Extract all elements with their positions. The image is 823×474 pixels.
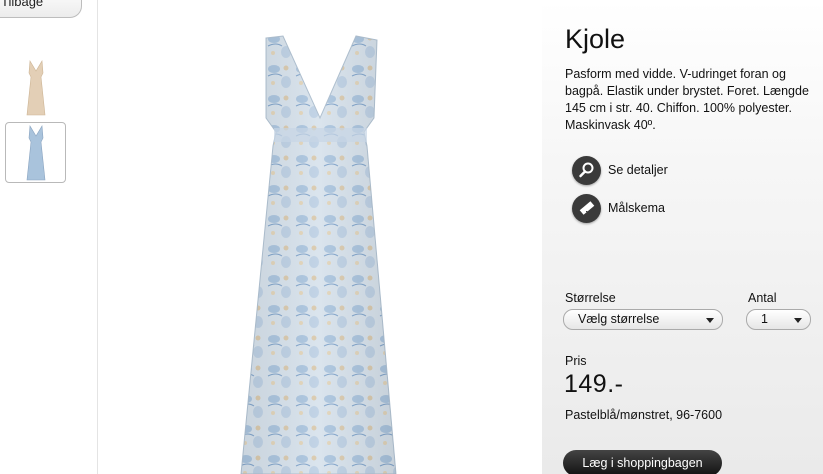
measuring-tape-icon	[572, 193, 601, 223]
product-main-image	[98, 0, 542, 474]
size-select[interactable]: Vælg størrelse	[563, 309, 723, 330]
see-details-label: Se detaljer	[608, 163, 668, 177]
price-value: 149.-	[564, 370, 624, 398]
size-label: Størrelse	[565, 291, 616, 305]
variant-info: Pastelblå/mønstret, 96-7600	[565, 408, 723, 422]
back-button[interactable]: Tilbage	[0, 0, 82, 18]
quantity-label: Antal	[748, 291, 777, 305]
quantity-select-value: 1	[761, 312, 768, 326]
thumbnail-blue-dress[interactable]	[5, 122, 66, 183]
chevron-down-icon	[706, 318, 714, 323]
add-to-bag-button[interactable]: Læg i shoppingbagen	[563, 450, 722, 474]
dress-thumbnail-image	[26, 124, 45, 180]
size-select-value: Vælg størrelse	[578, 312, 660, 326]
product-description: Pasform med vidde. V-udringet foran og b…	[565, 67, 809, 132]
dress-thumbnail-image	[26, 59, 45, 115]
product-info-panel: Kjole Pasform med vidde. V-udringet fora…	[542, 0, 823, 474]
thumbnail-column: Tilbage	[0, 0, 98, 474]
product-title: Kjole	[565, 24, 626, 54]
quantity-select[interactable]: 1	[746, 309, 811, 330]
size-chart-link[interactable]: Målskema	[572, 193, 665, 223]
price-label: Pris	[565, 354, 587, 368]
magnifier-icon	[572, 155, 601, 185]
see-details-link[interactable]: Se detaljer	[572, 155, 668, 185]
thumbnail-beige-dress[interactable]	[5, 57, 66, 118]
size-chart-label: Målskema	[608, 201, 665, 215]
dress-image	[240, 35, 397, 474]
chevron-down-icon	[794, 318, 802, 323]
